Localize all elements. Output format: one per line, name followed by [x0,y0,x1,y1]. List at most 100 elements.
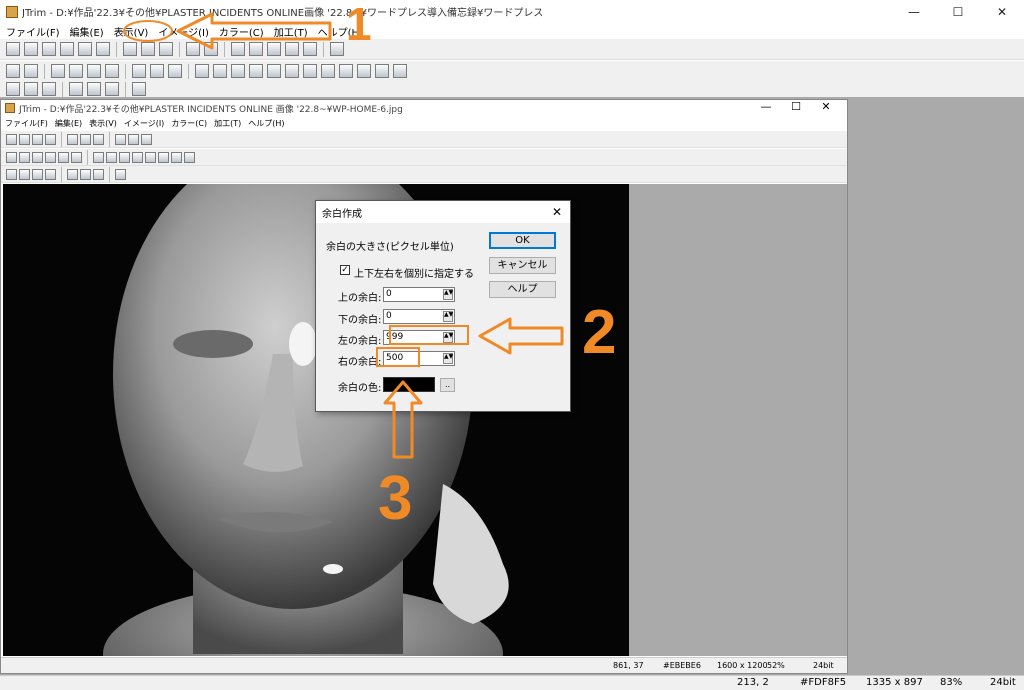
menu-view[interactable]: 表示(V) [114,24,149,39]
brightness-icon[interactable] [213,64,227,78]
menu-process[interactable]: 加工(T) [274,24,308,39]
copy-icon[interactable] [67,133,78,145]
mosaic-icon[interactable] [267,42,281,56]
menu-file[interactable]: ファイル(F) [6,24,60,39]
menu-edit[interactable]: 編集(E) [70,24,104,39]
inner-close-button[interactable]: ✕ [811,100,841,113]
open-icon[interactable] [42,42,56,56]
sharpen-icon[interactable] [339,64,353,78]
inner-maximize-button[interactable]: ☐ [781,100,811,113]
print-icon[interactable] [78,42,92,56]
zoom-out-icon[interactable] [105,82,119,96]
flip-horizontal-icon[interactable] [51,64,65,78]
watermark-icon[interactable] [375,64,389,78]
inner-menu-image[interactable]: イメージ(I) [124,118,164,129]
flip-horizontal-icon[interactable] [32,151,43,163]
rotate-left-icon[interactable] [150,64,164,78]
pen-icon[interactable] [357,64,371,78]
flip-vertical-icon[interactable] [69,64,83,78]
individual-margin-checkbox[interactable]: ✓ [340,265,350,275]
grid-icon[interactable] [285,42,299,56]
noise-icon[interactable] [132,151,143,163]
contrast-icon[interactable] [145,151,156,163]
minimize-button[interactable]: — [892,0,936,23]
tone-icon[interactable] [19,168,30,180]
undo-icon[interactable] [93,133,104,145]
resize-icon[interactable] [19,151,30,163]
rotate-right-icon[interactable] [168,64,182,78]
wave-icon[interactable] [267,64,281,78]
level-icon[interactable] [6,168,17,180]
rotate-left-icon[interactable] [71,151,82,163]
undo-icon[interactable] [186,42,200,56]
inner-minimize-button[interactable]: — [751,100,781,113]
close-button[interactable]: ✕ [980,0,1024,23]
color-picker-button[interactable]: .. [440,378,455,392]
flip-vertical-icon[interactable] [45,151,56,163]
new-icon[interactable] [6,133,17,145]
contrast-icon[interactable] [285,64,299,78]
display-icon[interactable] [330,42,344,56]
frame-icon[interactable] [321,64,335,78]
save-icon[interactable] [60,42,74,56]
text-icon[interactable] [128,133,139,145]
gamma-icon[interactable] [42,82,56,96]
emboss-icon[interactable] [303,64,317,78]
top-margin-input[interactable]: 0 ▲▼ [383,287,455,302]
dialog-close-button[interactable]: ✕ [552,205,562,219]
redo-icon[interactable] [204,42,218,56]
inner-menu-edit[interactable]: 編集(E) [55,118,82,129]
capture-icon[interactable] [96,42,110,56]
select-icon[interactable] [115,133,126,145]
margin-color-swatch[interactable] [383,377,435,392]
paste-icon[interactable] [80,133,91,145]
bottom-margin-input[interactable]: 0 ▲▼ [383,309,455,324]
trim-icon[interactable] [87,64,101,78]
maximize-button[interactable]: ☐ [936,0,980,23]
crop-icon[interactable] [6,151,17,163]
zoom-in-icon[interactable] [80,168,91,180]
noise-icon[interactable] [249,64,263,78]
eyedropper-icon[interactable] [132,82,146,96]
batch-icon[interactable] [303,42,317,56]
grayscale-icon[interactable] [93,151,104,163]
pen-icon[interactable] [171,151,182,163]
palette-icon[interactable] [45,168,56,180]
rotate-90-icon[interactable] [58,151,69,163]
spiral-icon[interactable] [184,151,195,163]
menu-image[interactable]: イメージ(I) [158,24,209,39]
grid-icon[interactable] [141,133,152,145]
inner-menu-process[interactable]: 加工(T) [214,118,241,129]
paste-icon[interactable] [141,42,155,56]
zoom-icon[interactable] [67,168,78,180]
crop-icon[interactable] [6,64,20,78]
margin-icon[interactable] [105,64,119,78]
spin-arrows-icon[interactable]: ▲▼ [443,353,453,364]
text-icon[interactable] [249,42,263,56]
menu-color[interactable]: カラー(C) [219,24,264,39]
gamma-icon[interactable] [32,168,43,180]
zoom-icon[interactable] [69,82,83,96]
tone-icon[interactable] [24,82,38,96]
open-icon[interactable] [19,133,30,145]
paste-new-icon[interactable] [159,42,173,56]
resize-icon[interactable] [24,64,38,78]
zoom-out-icon[interactable] [93,168,104,180]
ok-button[interactable]: OK [489,232,556,249]
sun-icon[interactable] [231,64,245,78]
rotate-90-icon[interactable] [132,64,146,78]
save-icon[interactable] [32,133,43,145]
select-icon[interactable] [231,42,245,56]
eyedropper-icon[interactable] [115,168,126,180]
inner-menu-view[interactable]: 表示(V) [89,118,117,129]
spiral-icon[interactable] [393,64,407,78]
copy-icon[interactable] [123,42,137,56]
zoom-in-icon[interactable] [87,82,101,96]
grayscale-icon[interactable] [195,64,209,78]
help-button[interactable]: ヘルプ [489,281,556,298]
print-icon[interactable] [45,133,56,145]
spin-arrows-icon[interactable]: ▲▼ [443,289,453,300]
sun-icon[interactable] [119,151,130,163]
new-file-icon[interactable] [6,42,20,56]
cancel-button[interactable]: キャンセル [489,257,556,274]
